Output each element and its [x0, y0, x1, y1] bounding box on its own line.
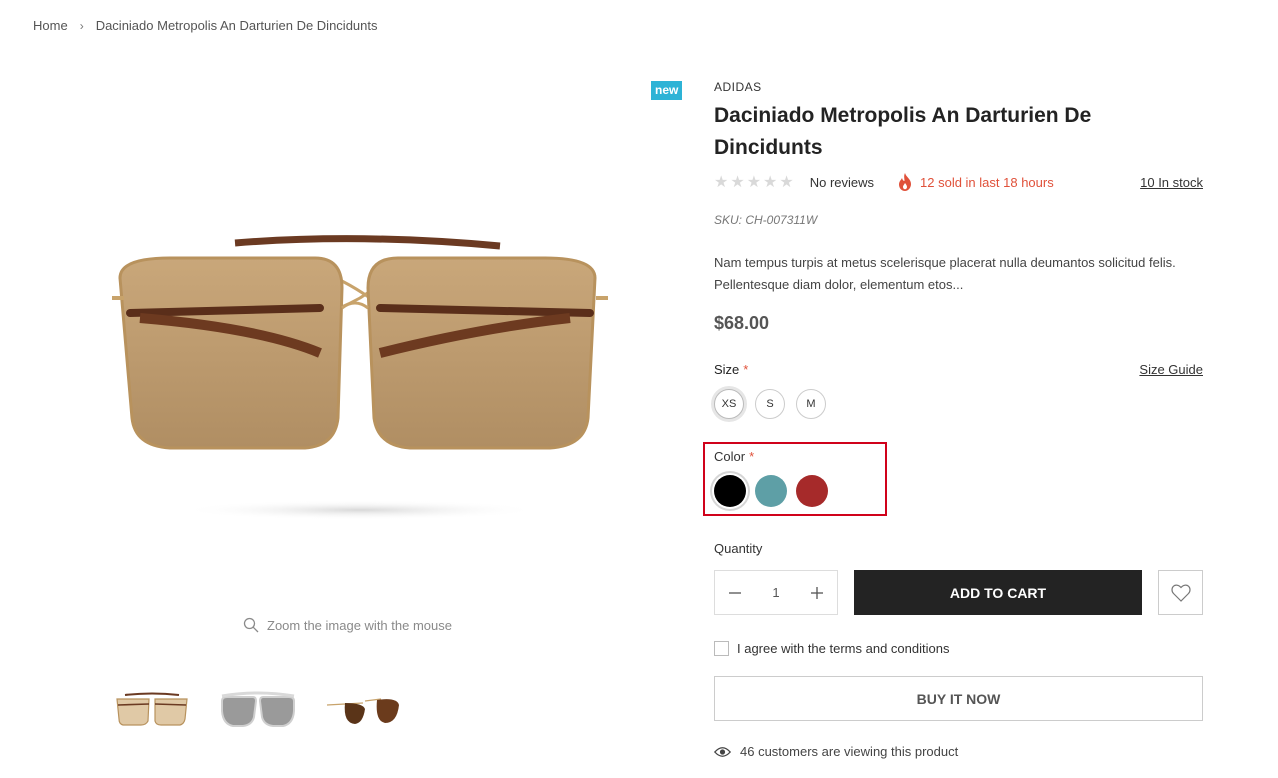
- minus-icon: [729, 591, 741, 594]
- fire-icon: [899, 173, 912, 191]
- size-options: XS S M: [714, 389, 826, 419]
- breadcrumb: Home › Daciniado Metropolis An Darturien…: [33, 18, 378, 33]
- rating-stars[interactable]: ★★★★★: [714, 172, 796, 192]
- color-label: Color: [714, 449, 746, 464]
- size-option-s[interactable]: S: [755, 389, 785, 419]
- quantity-stepper: [714, 570, 838, 615]
- breadcrumb-current: Daciniado Metropolis An Darturien De Din…: [95, 18, 378, 33]
- color-options: [714, 475, 828, 507]
- quantity-label: Quantity: [714, 541, 763, 556]
- product-title: Daciniado Metropolis An Darturien De Din…: [714, 104, 1092, 159]
- sold-text: 12 sold in last 18 hours: [920, 174, 1054, 190]
- color-swatch-black[interactable]: [714, 475, 746, 507]
- color-swatch-red[interactable]: [796, 475, 828, 507]
- product-vendor[interactable]: ADIDAS: [714, 80, 762, 94]
- viewers-text: 46 customers are viewing this product: [740, 744, 959, 759]
- color-required-mark: *: [749, 449, 755, 464]
- size-option-xs[interactable]: XS: [714, 389, 744, 419]
- product-price: $68.00: [714, 313, 770, 333]
- plus-icon: [811, 586, 823, 599]
- buy-it-now-button[interactable]: BUY IT NOW: [714, 676, 1203, 721]
- breadcrumb-separator: ›: [79, 18, 84, 33]
- size-option-m[interactable]: M: [796, 389, 826, 419]
- color-swatch-teal[interactable]: [755, 475, 787, 507]
- wishlist-button[interactable]: [1158, 570, 1203, 615]
- sold-indicator: 12 sold in last 18 hours: [898, 173, 1054, 191]
- new-badge: new: [651, 81, 683, 100]
- thumbnail-list: [112, 683, 404, 739]
- size-header: Size * Size Guide: [714, 362, 1203, 377]
- color-label-wrap: Color *: [714, 449, 754, 464]
- eye-icon: [714, 746, 731, 757]
- terms-row: I agree with the terms and conditions: [714, 641, 949, 656]
- thumbnail-gold-tan[interactable]: [112, 683, 192, 739]
- sunglasses-image: [112, 235, 608, 520]
- product-sku: SKU: CH-007311W: [714, 213, 818, 227]
- zoom-hint-text: Zoom the image with the mouse: [267, 617, 452, 633]
- stock-link[interactable]: 10 In stock: [1140, 175, 1203, 190]
- quantity-input[interactable]: [756, 585, 796, 600]
- heart-icon: [1170, 584, 1191, 602]
- zoom-hint: Zoom the image with the mouse: [243, 617, 452, 633]
- thumbnail-aviator-brown[interactable]: [324, 683, 404, 739]
- product-meta-row: ★★★★★ No reviews 12 sold in last 18 hour…: [714, 172, 1203, 192]
- size-label: Size: [714, 362, 740, 377]
- add-to-cart-button[interactable]: ADD TO CART: [854, 570, 1142, 615]
- breadcrumb-home-link[interactable]: Home: [33, 18, 68, 33]
- product-description: Nam tempus turpis at metus scelerisque p…: [714, 255, 1176, 292]
- terms-checkbox[interactable]: [714, 641, 729, 656]
- reviews-count: No reviews: [809, 174, 875, 190]
- main-product-image[interactable]: [80, 218, 640, 538]
- search-icon: [243, 617, 259, 633]
- quantity-increase-button[interactable]: [807, 583, 827, 603]
- size-guide-link[interactable]: Size Guide: [1139, 362, 1203, 377]
- size-label-wrap: Size *: [714, 362, 748, 377]
- viewers-indicator: 46 customers are viewing this product: [714, 744, 958, 759]
- product-gallery: new Zoom the image with the mouse: [60, 78, 690, 748]
- size-required-mark: *: [743, 362, 749, 377]
- terms-label[interactable]: I agree with the terms and conditions: [737, 641, 949, 656]
- quantity-decrease-button[interactable]: [725, 583, 745, 603]
- thumbnail-silver-gray[interactable]: [218, 683, 298, 739]
